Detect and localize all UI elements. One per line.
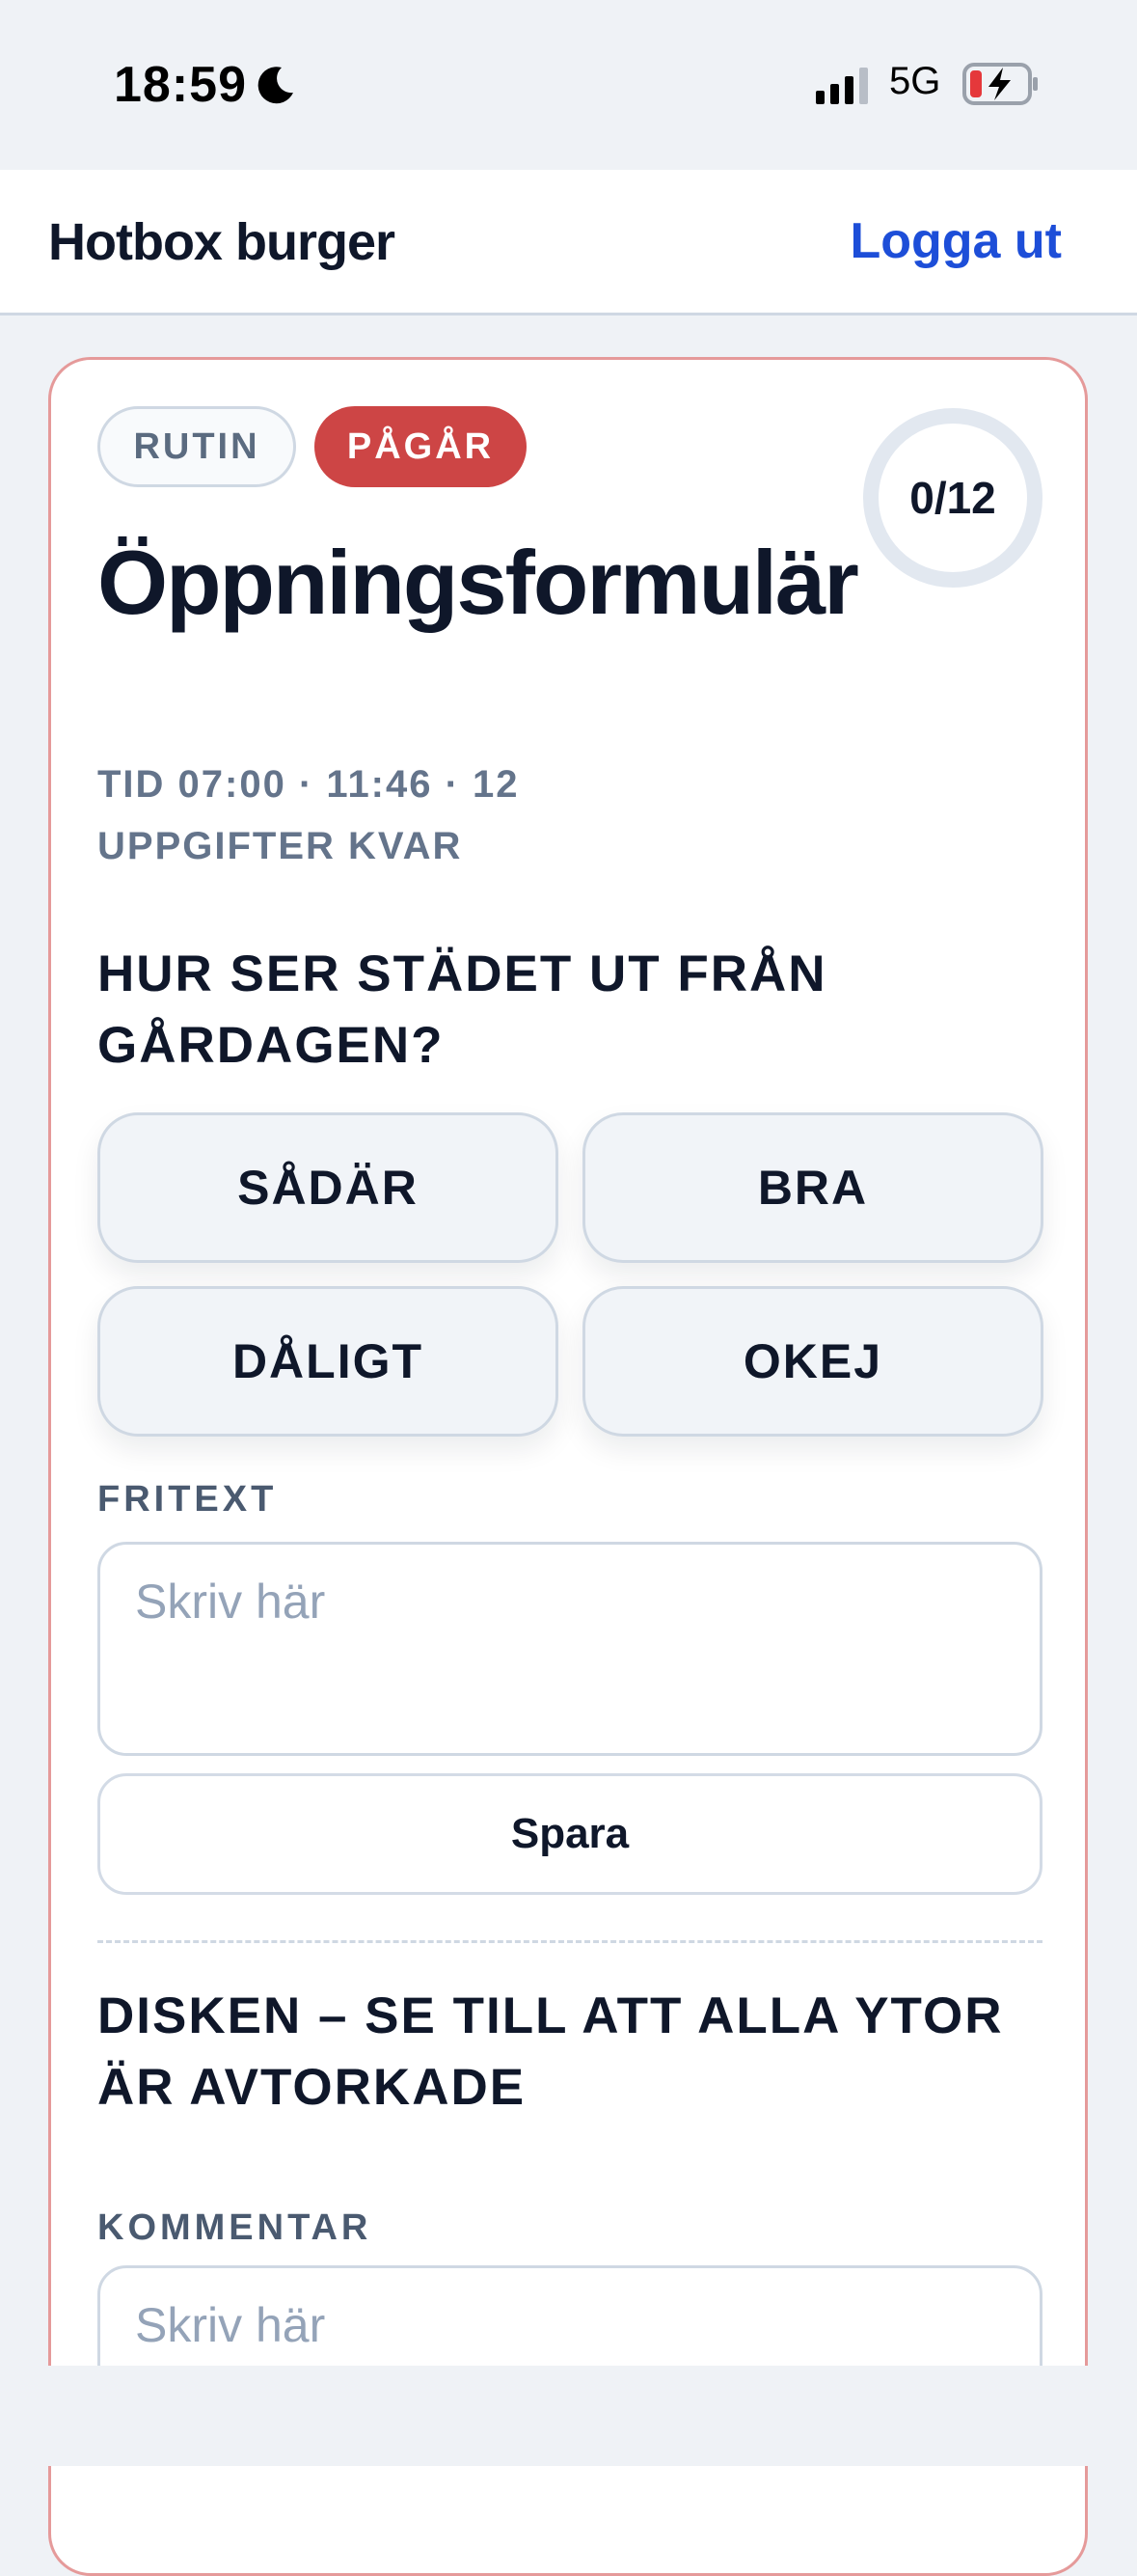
task-divider [97,1940,1042,1943]
option-button-sadar[interactable]: SÅDÄR [97,1112,558,1263]
checklist-card: RUTIN PÅGÅR 0/12 Öppningsformulär TID 07… [48,357,1088,2576]
freetext-label: FRITEXT [97,1479,278,1520]
type-badge: RUTIN [97,406,296,487]
status-time: 18:59 [114,57,247,113]
form-meta: TID 07:00 · 11:46 · 12 UPPGIFTER KVAR [97,763,520,867]
moon-icon [257,67,293,104]
progress-ring: 0/12 [863,408,1042,588]
task-question: DISKEN – SE TILL ATT ALLA YTOR ÄR AVTORK… [97,1987,1004,2116]
option-button-bra[interactable]: BRA [582,1112,1043,1263]
logout-link[interactable]: Logga ut [850,212,1062,270]
freetext-input[interactable] [97,1542,1042,1756]
battery-charging-icon [962,63,1038,105]
option-button-okej[interactable]: OKEJ [582,1286,1043,1437]
status-badge: PÅGÅR [314,406,527,487]
brand-title: Hotbox burger [48,213,395,271]
form-title: Öppningsformulär [97,532,859,633]
option-button-daligt[interactable]: DÅLIGT [97,1286,558,1437]
app-header: Hotbox burger Logga ut [0,170,1137,315]
task-question: HUR SER STÄDET UT FRÅN GÅRDAGEN? [97,945,827,1074]
network-label: 5G [889,60,941,102]
save-button[interactable]: Spara [97,1773,1042,1895]
bottom-safe-area [0,2366,1137,2466]
signal-icon [816,68,868,104]
status-bar: 18:59 5G [0,0,1137,170]
comment-label: KOMMENTAR [97,2207,372,2248]
